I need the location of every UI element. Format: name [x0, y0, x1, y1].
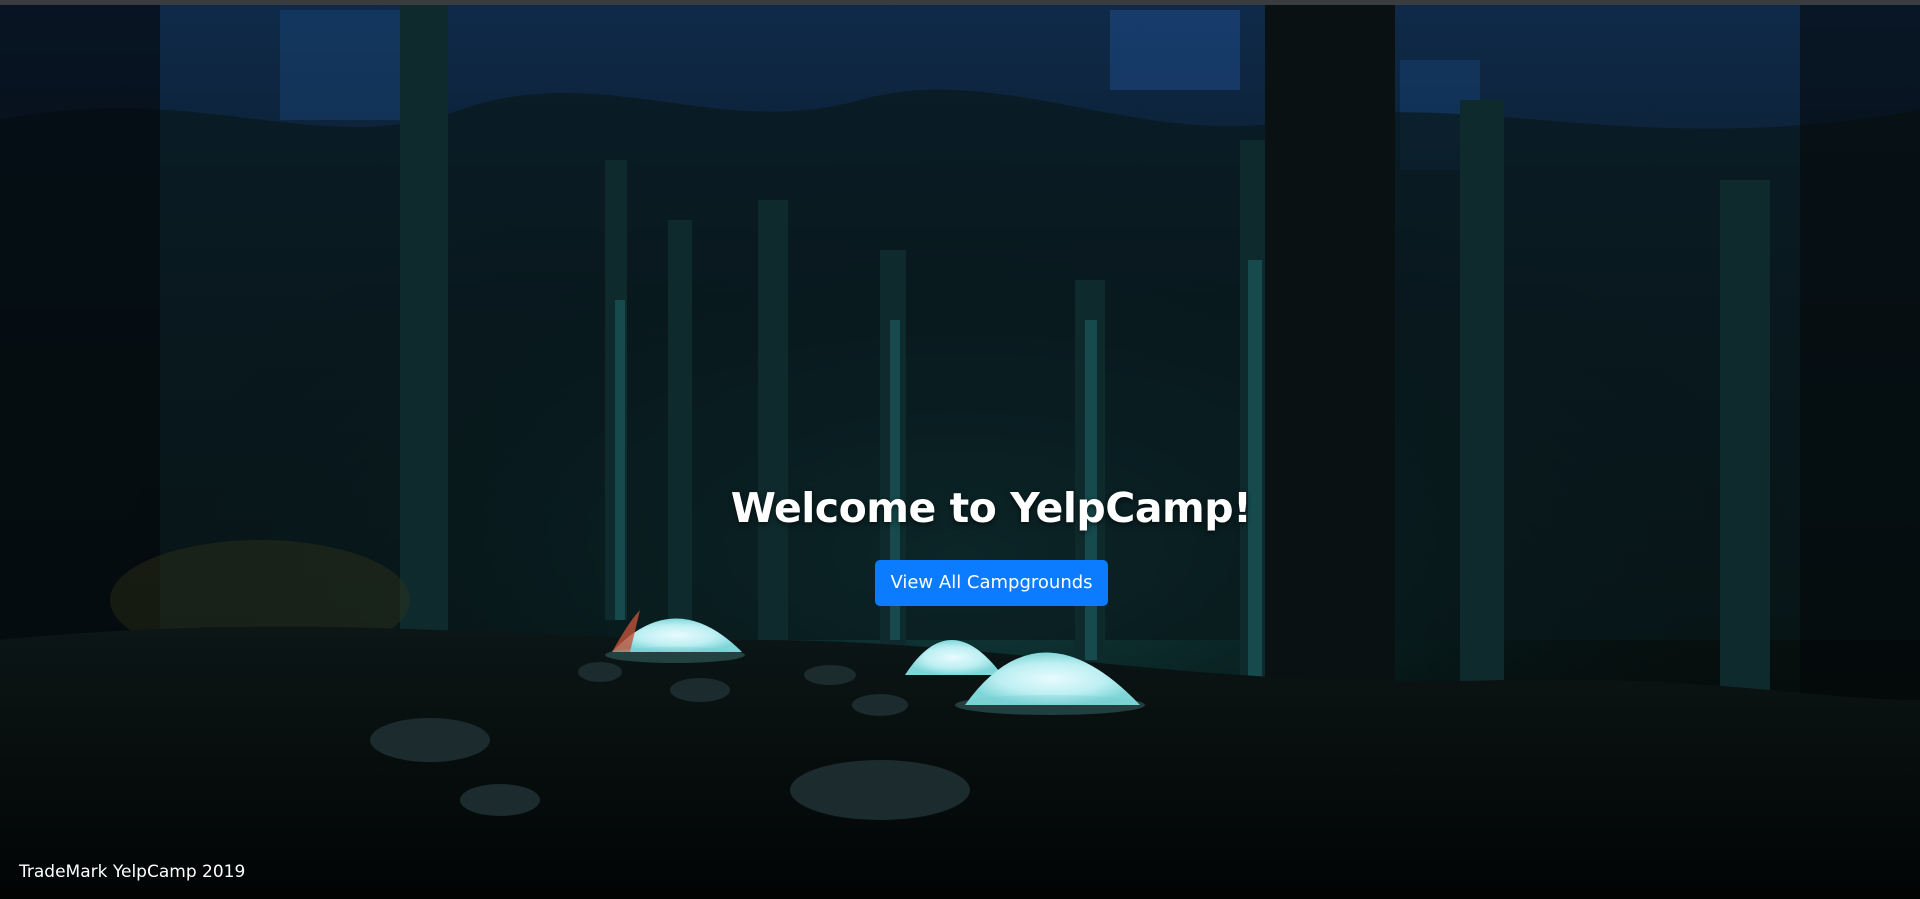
footer-trademark: TradeMark YelpCamp 2019 [19, 862, 246, 882]
hero-title: Welcome to YelpCamp! [730, 484, 1252, 532]
view-all-campgrounds-button[interactable]: View All Campgrounds [875, 560, 1108, 606]
hero-section: Welcome to YelpCamp! View All Campground… [0, 0, 1920, 899]
landing-page: Welcome to YelpCamp! View All Campground… [0, 0, 1920, 899]
top-border [0, 0, 1920, 5]
